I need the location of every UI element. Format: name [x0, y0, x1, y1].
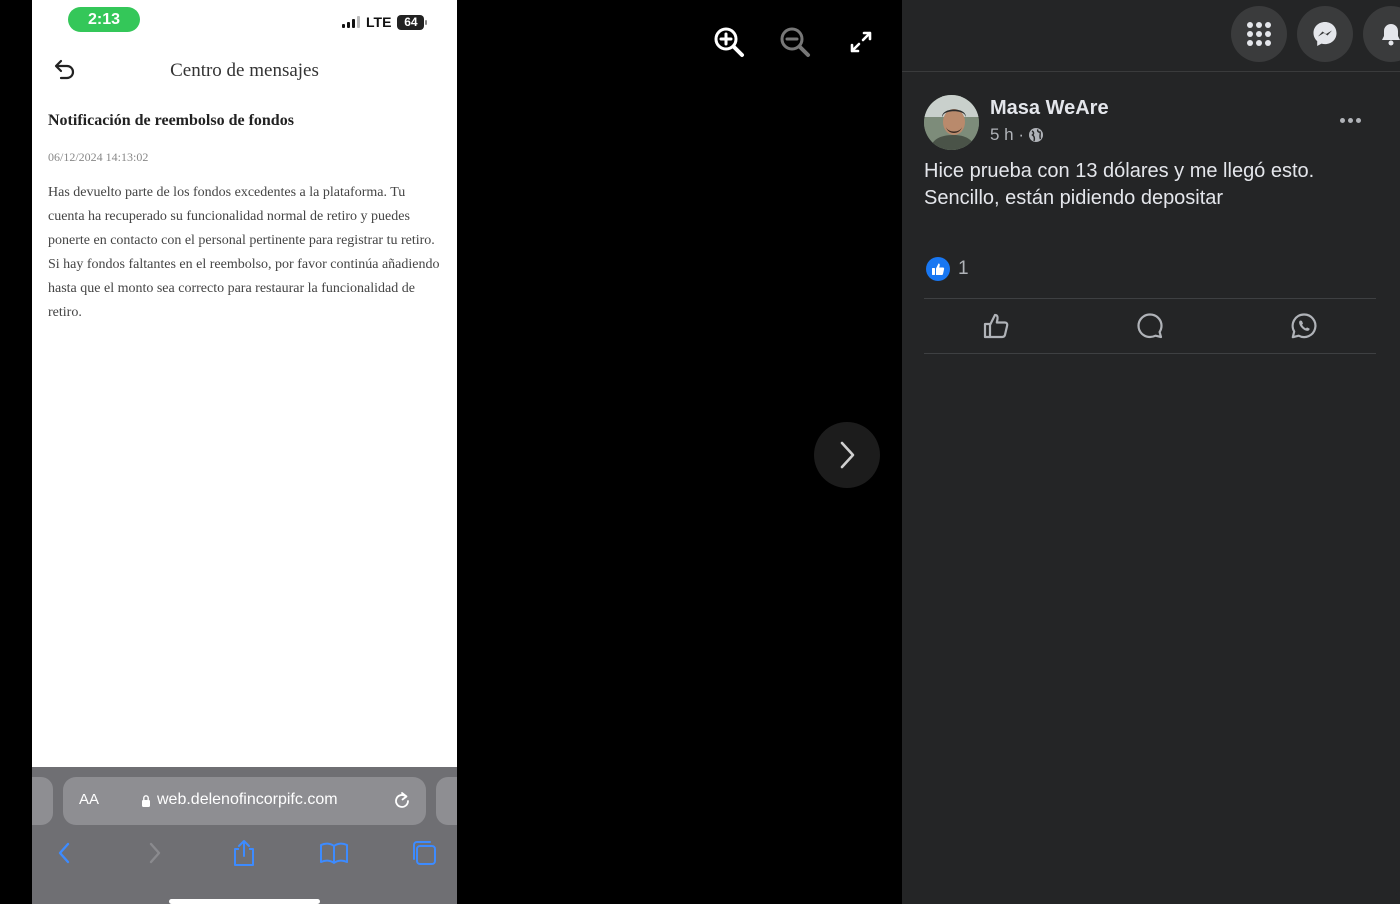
share-icon[interactable]: [229, 837, 259, 869]
whatsapp-icon: [1291, 313, 1317, 339]
globe-icon: [1029, 128, 1044, 142]
grid-icon: [1247, 22, 1271, 46]
message-body: Has devuelto parte de los fondos exceden…: [48, 185, 440, 320]
reaction-count: 1: [958, 258, 969, 279]
message-title: Notificación de reembolso de fondos: [48, 112, 294, 129]
more-options-button[interactable]: [1334, 106, 1366, 134]
phone-screenshot: 2:13 LTE 64 Centro de mensajes Notificac…: [32, 0, 457, 904]
zoom-out-icon[interactable]: [779, 26, 811, 58]
status-bar: 2:13 LTE 64: [32, 0, 457, 44]
post-time[interactable]: 5 h ·: [990, 125, 1024, 145]
post-panel: Masa WeAre 5 h · Hice prueba con 13 dóla…: [902, 0, 1400, 904]
bookmarks-icon[interactable]: [319, 837, 349, 869]
browser-toolbar: [32, 837, 457, 873]
browser-bar: AA web.delenofincorpifc.com: [32, 767, 457, 904]
browser-back-icon[interactable]: [49, 837, 79, 869]
chevron-right-icon: [840, 441, 855, 469]
messenger-icon: [1313, 22, 1337, 46]
notifications-button[interactable]: [1363, 6, 1400, 62]
signal-icon: [342, 16, 360, 28]
previous-tab[interactable]: [32, 777, 53, 825]
post-text: Hice prueba con 13 dólares y me llegó es…: [924, 160, 1315, 209]
browser-forward-icon[interactable]: [140, 837, 170, 869]
status-indicators: LTE 64: [342, 14, 428, 30]
reload-icon[interactable]: [391, 790, 413, 812]
bell-icon: [1382, 24, 1400, 46]
network-label: LTE: [366, 14, 392, 30]
reader-settings-button[interactable]: AA: [79, 791, 99, 808]
app-header: Centro de mensajes: [32, 48, 457, 92]
message-date: 06/12/2024 14:13:02: [48, 150, 149, 164]
avatar[interactable]: [924, 95, 979, 150]
thumbs-up-icon: [983, 313, 1009, 339]
divider: [924, 298, 1376, 299]
fullscreen-icon[interactable]: [845, 26, 877, 58]
messenger-button[interactable]: [1297, 6, 1353, 62]
post-author[interactable]: Masa WeAre: [990, 97, 1109, 120]
comment-icon: [1137, 313, 1163, 339]
top-bar: [902, 0, 1400, 72]
status-time: 2:13: [68, 7, 140, 32]
lock-icon: [142, 795, 150, 807]
divider: [924, 353, 1376, 354]
reaction-summary[interactable]: 1: [926, 257, 969, 281]
like-button[interactable]: [980, 310, 1012, 342]
tabs-icon[interactable]: [409, 837, 439, 869]
comment-button[interactable]: [1134, 310, 1166, 342]
home-indicator: [169, 899, 320, 904]
menu-button[interactable]: [1231, 6, 1287, 62]
page-title: Centro de mensajes: [170, 60, 319, 81]
zoom-in-icon[interactable]: [713, 26, 745, 58]
address-bar[interactable]: AA web.delenofincorpifc.com: [63, 777, 426, 825]
like-reaction-icon: [926, 257, 950, 281]
url-text: web.delenofincorpifc.com: [157, 791, 338, 808]
next-photo-button[interactable]: [814, 422, 880, 488]
whatsapp-share-button[interactable]: [1288, 310, 1320, 342]
post-meta: 5 h ·: [990, 125, 1044, 145]
next-tab[interactable]: [436, 777, 457, 825]
battery-icon: 64: [397, 14, 428, 30]
